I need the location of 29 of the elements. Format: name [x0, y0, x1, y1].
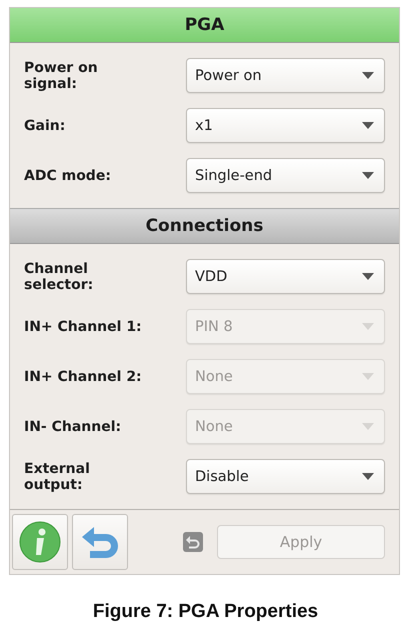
- dropdown-arrow-icon: [362, 323, 374, 330]
- dropdown[interactable]: Disable: [186, 459, 385, 494]
- field-label: IN- Channel:: [24, 418, 122, 434]
- field-label: IN+ Channel 2:: [24, 368, 143, 384]
- dropdown[interactable]: x1: [186, 108, 385, 143]
- panel-title: PGA: [10, 8, 399, 43]
- dropdown-arrow-icon: [362, 373, 374, 380]
- dropdown-arrow-icon: [362, 473, 374, 480]
- field-label: External output:: [24, 460, 91, 492]
- dropdown-arrow-icon: [362, 423, 374, 430]
- info-icon: [18, 520, 62, 564]
- field-label: IN+ Channel 1:: [24, 318, 143, 334]
- dropdown[interactable]: Power on: [186, 58, 385, 93]
- dropdown[interactable]: VDD: [186, 259, 385, 294]
- field-label: ADC mode:: [24, 168, 112, 184]
- info-button[interactable]: [12, 514, 68, 570]
- field-label: Gain:: [24, 118, 66, 134]
- undo-button[interactable]: [72, 514, 128, 570]
- reset-icon: [183, 532, 203, 552]
- dropdown-arrow-icon: [362, 273, 374, 280]
- field-label: Power on signal:: [24, 60, 99, 92]
- dropdown[interactable]: Single-end: [186, 158, 385, 193]
- undo-arrow-icon: [80, 525, 120, 559]
- field-label: Channel selector:: [24, 260, 94, 292]
- section-header: Connections: [10, 209, 399, 244]
- figure-caption: Figure 7: PGA Properties: [92, 601, 318, 622]
- dropdown-arrow-icon: [362, 72, 374, 79]
- dropdown-arrow-icon: [362, 172, 374, 179]
- dropdown-arrow-icon: [362, 122, 374, 129]
